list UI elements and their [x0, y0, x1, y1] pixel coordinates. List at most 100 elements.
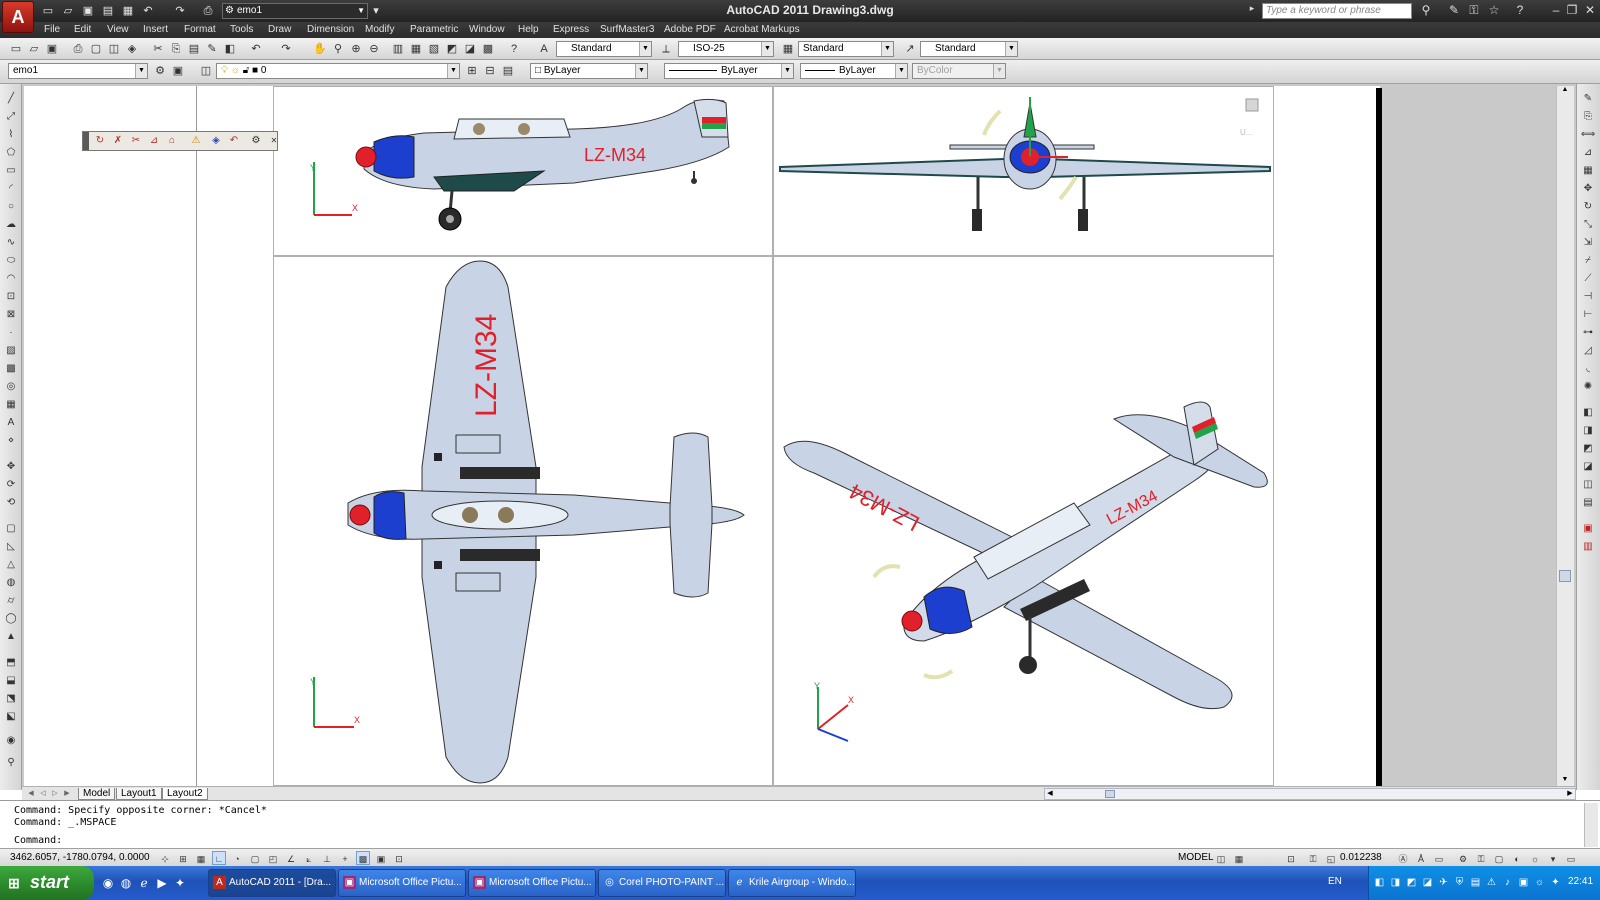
- zoom-icon[interactable]: ⚲: [3, 756, 19, 770]
- text-style-dropdown[interactable]: Standard ▼: [556, 41, 652, 57]
- viewport-left-view[interactable]: LZ-M34 Y X: [273, 86, 773, 256]
- isolate-objects-icon[interactable]: ◐: [1510, 851, 1524, 865]
- arc-icon[interactable]: ◜: [3, 182, 19, 196]
- dimension-style-dropdown[interactable]: ISO-25 ▼: [678, 41, 774, 57]
- menu-view[interactable]: View: [107, 24, 129, 35]
- menu-tools[interactable]: Tools: [230, 24, 253, 35]
- make-object-layer-current-icon[interactable]: ⊞: [464, 63, 480, 79]
- zoom-realtime-icon[interactable]: ⚲: [330, 41, 346, 57]
- tray-app-icon[interactable]: ✈: [1437, 876, 1450, 889]
- menu-dimension[interactable]: Dimension: [307, 24, 354, 35]
- add-selected-icon[interactable]: ⋄: [3, 434, 19, 448]
- quick-view-layouts-icon[interactable]: ◫: [1214, 851, 1228, 865]
- offset-icon[interactable]: ⊿: [1580, 146, 1596, 160]
- scroll-left-icon[interactable]: ◀: [1045, 789, 1055, 799]
- help-icon[interactable]: ?: [506, 41, 522, 57]
- multileader-style-dropdown[interactable]: Standard ▼: [920, 41, 1018, 57]
- menu-parametric[interactable]: Parametric: [410, 24, 458, 35]
- extrude-icon[interactable]: ⬒: [3, 656, 19, 670]
- maximize-viewport-icon[interactable]: ⊡: [1284, 851, 1298, 865]
- move-icon[interactable]: ✥: [1580, 182, 1596, 196]
- minimize-button[interactable]: –: [1548, 3, 1564, 17]
- stretch-icon[interactable]: ⇲: [1580, 236, 1596, 250]
- plot-icon[interactable]: ⎙: [200, 3, 216, 19]
- table-style-dropdown[interactable]: Standard ▼: [798, 41, 894, 57]
- task-corel-photo-paint[interactable]: ◎ Corel PHOTO-PAINT ...: [598, 869, 726, 897]
- volume-icon[interactable]: ♪: [1501, 876, 1514, 889]
- redo-icon[interactable]: ↷: [172, 3, 188, 19]
- quickcalc-icon[interactable]: ▩: [480, 41, 496, 57]
- dimension-style-icon[interactable]: ⟂: [658, 41, 674, 57]
- command-scrollbar[interactable]: [1584, 803, 1598, 847]
- internet-explorer-icon[interactable]: ℯ: [136, 875, 152, 891]
- snap-mode-icon[interactable]: ⊞: [176, 851, 190, 865]
- close-button[interactable]: ✕: [1582, 3, 1598, 17]
- lineweight-icon[interactable]: +: [338, 851, 352, 865]
- application-menu-button[interactable]: A: [2, 1, 34, 33]
- viewport-front-view[interactable]: U...: [773, 86, 1274, 256]
- settings-icon[interactable]: ⚙: [249, 134, 263, 148]
- explode-icon[interactable]: ✺: [1580, 380, 1596, 394]
- tab-model[interactable]: Model: [78, 788, 116, 800]
- paste-icon[interactable]: ▤: [186, 41, 202, 57]
- copy-object-icon[interactable]: ⎘: [1580, 110, 1596, 124]
- save-icon[interactable]: ▣: [44, 41, 60, 57]
- layer-dropdown[interactable]: 💡︎ ☼ 🔓︎ ■ 0 ▼: [216, 63, 460, 79]
- workspace-switching-icon[interactable]: ⚙: [1456, 851, 1470, 865]
- close-toolbar-icon[interactable]: ✕: [267, 134, 281, 148]
- bring-to-front-icon[interactable]: ◨: [1580, 424, 1596, 438]
- network-icon[interactable]: ▤: [1469, 876, 1482, 889]
- task-krile-airgroup[interactable]: ℯ Krile Airgroup - Windo...: [728, 869, 856, 897]
- lineweight-dropdown[interactable]: ByLayer ▼: [800, 63, 908, 79]
- match-properties-icon[interactable]: ✎: [204, 41, 220, 57]
- tray-app-icon[interactable]: ✦: [1549, 876, 1562, 889]
- text-front-icon[interactable]: ▤: [1580, 496, 1596, 510]
- ellipse-icon[interactable]: ⬭: [3, 254, 19, 268]
- toolbar-grip[interactable]: [83, 132, 89, 150]
- viewport-scale-icon[interactable]: ◱: [1324, 851, 1338, 865]
- tray-app-icon[interactable]: ◨: [1389, 876, 1402, 889]
- redo-icon[interactable]: ↷: [278, 41, 294, 57]
- publish-icon[interactable]: ◫: [106, 41, 122, 57]
- hatch-icon[interactable]: ▨: [3, 344, 19, 358]
- transparency-icon[interactable]: ▩: [356, 851, 370, 865]
- media-player-icon[interactable]: ▶: [154, 875, 170, 891]
- menu-insert[interactable]: Insert: [143, 24, 168, 35]
- status-menu-icon[interactable]: ▾: [1546, 851, 1560, 865]
- polygon-icon[interactable]: ⬠: [3, 146, 19, 160]
- draw-order-icon[interactable]: ◧: [1580, 406, 1596, 420]
- menu-file[interactable]: File: [44, 24, 60, 35]
- infer-constraints-icon[interactable]: ⊹: [158, 851, 172, 865]
- menu-draw[interactable]: Draw: [268, 24, 291, 35]
- text-style-icon[interactable]: A: [536, 41, 552, 57]
- save-as-icon[interactable]: ▤: [100, 3, 116, 19]
- orbit-icon[interactable]: ⟳: [3, 478, 19, 492]
- browser-icon[interactable]: ◍: [118, 875, 134, 891]
- markup-set-icon[interactable]: ◪: [462, 41, 478, 57]
- undo-icon[interactable]: ↶: [140, 3, 156, 19]
- revolve-icon[interactable]: ⬓: [3, 674, 19, 688]
- coordinates-readout[interactable]: 3462.6057, -1780.0794, 0.0000: [10, 852, 150, 863]
- menu-help[interactable]: Help: [518, 24, 539, 35]
- scroll-right-icon[interactable]: ▶: [1565, 789, 1575, 799]
- annotation-visibility-icon[interactable]: Ⓐ: [1396, 851, 1410, 865]
- plot-icon[interactable]: ⎙: [70, 41, 86, 57]
- viewport-control-icon[interactable]: [1245, 98, 1259, 112]
- customize-qat-icon[interactable]: ▾: [368, 3, 384, 19]
- bring-above-icon[interactable]: ◪: [1580, 460, 1596, 474]
- antivirus-icon[interactable]: ⛨: [1453, 876, 1466, 889]
- task-autocad[interactable]: A AutoCAD 2011 - [Dra...: [208, 869, 336, 897]
- table-style-icon[interactable]: ▦: [780, 41, 796, 57]
- object-snap-tracking-icon[interactable]: ∠: [284, 851, 298, 865]
- selection-cycling-icon[interactable]: ⊡: [392, 851, 406, 865]
- expand-arrow-icon[interactable]: ▸: [1244, 3, 1260, 14]
- trim-icon[interactable]: ⌿: [1580, 254, 1596, 268]
- torus-icon[interactable]: ◯: [3, 612, 19, 626]
- first-tab-icon[interactable]: ◀: [26, 788, 36, 800]
- array-icon[interactable]: ▦: [1580, 164, 1596, 178]
- quick-properties-icon[interactable]: ▣: [374, 851, 388, 865]
- dynamic-ucs-icon[interactable]: ⟀: [302, 851, 316, 865]
- toolbar-lock-icon[interactable]: ⚿: [1474, 851, 1488, 865]
- menu-surfmaster3[interactable]: SurfMaster3: [600, 24, 654, 35]
- show-desktop-icon[interactable]: ◉: [100, 875, 116, 891]
